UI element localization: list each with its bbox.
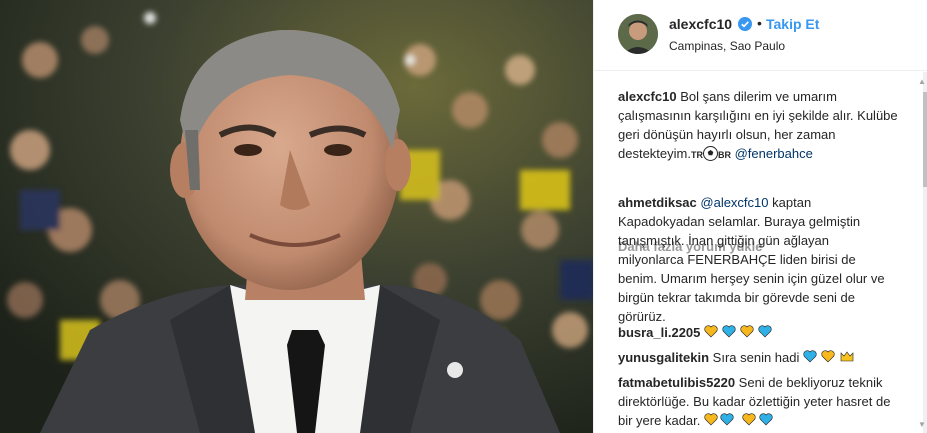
comment-item: ahmetdiksac @alexcfc10 kaptan Kapadokyad… xyxy=(618,193,898,326)
post-location[interactable]: Campinas, Sao Paulo xyxy=(669,39,785,53)
comment-text: Sıra senin hadi xyxy=(712,350,800,365)
instagram-post-view: alexcfc10 • Takip Et Campinas, Sao Paulo… xyxy=(0,0,927,433)
hearts-crown-emoji-icon xyxy=(803,350,854,363)
caption: alexcfc10 Bol şans dilerim ve umarım çal… xyxy=(618,87,898,165)
comment-item: fatmabetulibis5220 Seni de bekliyoruz te… xyxy=(618,373,898,431)
caption-username[interactable]: alexcfc10 xyxy=(618,89,677,104)
comment-username[interactable]: busra_li.2205 xyxy=(618,325,700,340)
post-username[interactable]: alexcfc10 xyxy=(669,16,732,32)
separator-dot: • xyxy=(757,15,762,31)
soccer-ball-icon xyxy=(702,146,718,161)
post-side-panel: alexcfc10 • Takip Et Campinas, Sao Paulo… xyxy=(593,0,927,433)
avatar[interactable] xyxy=(618,14,658,54)
comment-username[interactable]: ahmetdiksac xyxy=(618,195,697,210)
verified-badge-icon xyxy=(738,17,752,31)
hearts-emoji-icon xyxy=(704,413,773,426)
follow-button[interactable]: Takip Et xyxy=(766,16,819,32)
comment-mention[interactable]: @alexcfc10 xyxy=(700,195,768,210)
comment-username[interactable]: fatmabetulibis5220 xyxy=(618,375,735,390)
flag-br-icon: BR xyxy=(717,150,731,160)
scroll-up-arrow-icon[interactable]: ▲ xyxy=(918,77,926,86)
hearts-emoji-icon xyxy=(704,325,772,338)
comments-list[interactable]: alexcfc10 Bol şans dilerim ve umarım çal… xyxy=(594,72,927,433)
comment-emoji-group xyxy=(704,412,776,431)
caption-mention[interactable]: @fenerbahce xyxy=(735,146,813,161)
comment-username[interactable]: yunusgalitekin xyxy=(618,350,709,365)
comment-item: yunusgalitekin Sıra senin hadi xyxy=(618,348,898,368)
flag-tr-icon: TR xyxy=(690,150,703,160)
post-photo-illustration xyxy=(0,0,593,433)
avatar-image xyxy=(618,14,658,54)
post-photo[interactable] xyxy=(0,0,593,433)
scroll-down-arrow-icon[interactable]: ▼ xyxy=(918,420,926,429)
comment-item: busra_li.2205 xyxy=(618,323,898,343)
comments-scrollbar-thumb[interactable] xyxy=(923,92,927,187)
comment-emoji-group xyxy=(704,324,778,343)
comment-text: kaptan Kapadokyadan selamlar. Buraya gel… xyxy=(618,195,885,324)
comment-emoji-group xyxy=(803,349,859,368)
post-header: alexcfc10 • Takip Et Campinas, Sao Paulo xyxy=(594,0,927,71)
